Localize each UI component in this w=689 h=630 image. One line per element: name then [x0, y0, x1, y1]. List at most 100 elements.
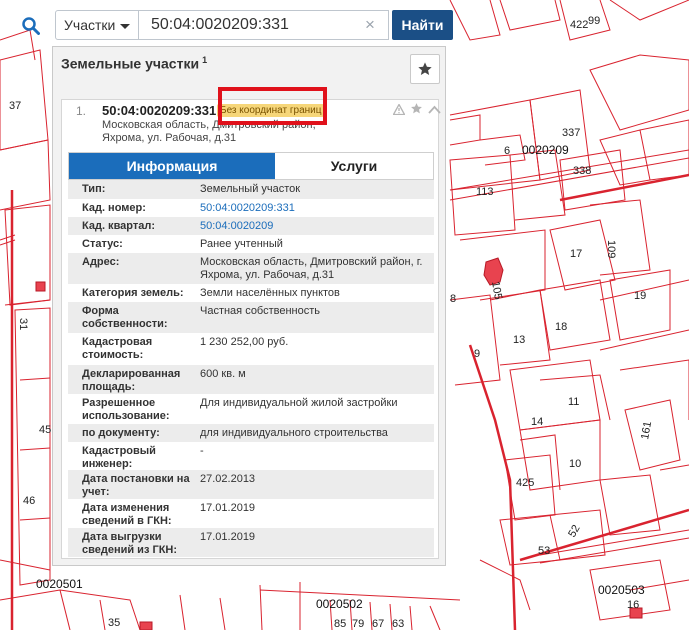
- details-value: 17.01.2019: [200, 531, 256, 543]
- details-value: для индивидуального строительства: [200, 427, 388, 439]
- map-label: 337: [562, 127, 580, 139]
- details-row: Разрешенное использование: Для индивидуа…: [68, 394, 434, 424]
- details-value: Для индивидуальной жилой застройки: [200, 397, 398, 409]
- highlight-frame: [218, 87, 327, 125]
- map-label: 17: [570, 248, 582, 260]
- details-value: 1 230 252,00 руб.: [200, 336, 289, 348]
- result-cadastral-number[interactable]: 50:04:0020209:331: [102, 103, 216, 118]
- details-row: Кадастровая стоимость: 1 230 252,00 руб.: [68, 333, 434, 365]
- map-label: 0020502: [316, 597, 363, 611]
- details-label: Дата постановки на учет:: [82, 473, 190, 498]
- search-category-select[interactable]: Участки: [55, 10, 139, 40]
- details-value: Частная собственность: [200, 305, 321, 317]
- details-row: Кад. квартал: 50:04:0020209: [68, 217, 434, 235]
- details-label: Дата выгрузки сведений из ГКН:: [82, 531, 178, 556]
- details-label: Разрешенное использование:: [82, 397, 170, 422]
- map-label: 53: [538, 545, 550, 557]
- clear-icon[interactable]: ×: [365, 16, 375, 34]
- map-label: 45: [39, 424, 51, 436]
- details-label: Адрес:: [82, 256, 120, 268]
- details-row: Кадастровый инженер: -: [68, 442, 434, 470]
- details-row: Кад. номер: 50:04:0020209:331: [68, 199, 434, 217]
- map-label: 8: [450, 293, 456, 305]
- details-label: Тип:: [82, 183, 106, 195]
- details-value: Московская область, Дмитровский район, г…: [200, 256, 423, 281]
- map-label: 109: [605, 240, 617, 258]
- map-label: 85: [334, 618, 346, 630]
- map-label: 46: [23, 495, 35, 507]
- result-tabs: Информация Услуги: [68, 152, 434, 180]
- details-value: Земельный участок: [200, 183, 301, 195]
- search-input[interactable]: [139, 10, 389, 40]
- map-label: 99: [588, 15, 600, 27]
- map-label: 13: [513, 334, 525, 346]
- map-label: 0020503: [598, 583, 645, 597]
- details-row: Дата постановки на учет: 27.02.2013: [68, 470, 434, 499]
- map-label: 0020209: [522, 143, 569, 157]
- details-label: Форма собственности:: [82, 305, 168, 330]
- search-category-value: Участки: [64, 17, 116, 33]
- cadastral-quarter-link[interactable]: 50:04:0020209: [200, 220, 430, 233]
- details-label: Категория земель:: [82, 287, 184, 299]
- star-icon: [418, 62, 432, 75]
- search-button[interactable]: Найти: [392, 10, 453, 40]
- details-row: Категория земель: Земли населённых пункт…: [68, 284, 434, 302]
- details-row: Адрес: Московская область, Дмитровский р…: [68, 253, 434, 284]
- map-label: 0020501: [36, 577, 83, 591]
- map-label: 422: [570, 19, 588, 31]
- details-label: Декларированная площадь:: [82, 368, 181, 393]
- map-label: 67: [372, 618, 384, 630]
- result-actions: [392, 102, 441, 118]
- details-table: Тип: Земельный участок Кад. номер: 50:04…: [68, 180, 434, 557]
- map-label: 425: [516, 477, 534, 489]
- chevron-up-icon[interactable]: [428, 102, 441, 118]
- map-label: 10: [569, 458, 581, 470]
- details-label: Кадастровая стоимость:: [82, 336, 153, 361]
- details-row: Дата выгрузки сведений из ГКН: 17.01.201…: [68, 528, 434, 557]
- map-label: 63: [392, 618, 404, 630]
- details-row: по документу: для индивидуального строит…: [68, 424, 434, 442]
- map-label: 18: [555, 321, 567, 333]
- details-value: Ранее учтенный: [200, 238, 283, 250]
- details-value: Земли населённых пунктов: [200, 287, 340, 299]
- details-label: по документу:: [82, 427, 160, 439]
- search-bar: Участки × Найти: [10, 10, 453, 42]
- map-label: 79: [352, 618, 364, 630]
- map-label: 31: [17, 318, 29, 330]
- tab-information[interactable]: Информация: [69, 153, 275, 179]
- map-label: 19: [634, 290, 646, 302]
- details-label: Кад. квартал:: [82, 220, 156, 232]
- map-label: 9: [474, 348, 480, 360]
- map-label: 14: [531, 416, 543, 428]
- favorites-button[interactable]: [410, 54, 440, 84]
- details-row: Тип: Земельный участок: [68, 180, 434, 199]
- details-value: 17.01.2019: [200, 502, 256, 514]
- chevron-down-icon: [120, 24, 130, 29]
- star-icon[interactable]: [410, 102, 427, 118]
- details-value: 600 кв. м: [200, 368, 246, 380]
- search-icon[interactable]: [10, 10, 52, 42]
- details-label: Дата изменения сведений в ГКН:: [82, 502, 172, 527]
- details-value: -: [200, 445, 204, 457]
- map-label: 6: [504, 145, 510, 157]
- warning-icon[interactable]: [392, 102, 409, 118]
- map-label: 338: [573, 165, 591, 177]
- details-row: Статус: Ранее учтенный: [68, 235, 434, 253]
- details-row: Дата изменения сведений в ГКН: 17.01.201…: [68, 499, 434, 528]
- result-address-line2: Яхрома, ул. Рабочая, д.31: [102, 132, 237, 144]
- panel-title: Земельные участки 1: [61, 55, 207, 72]
- tab-services[interactable]: Услуги: [275, 153, 433, 179]
- details-value: 27.02.2013: [200, 473, 256, 485]
- result-card[interactable]: 1. 50:04:0020209:331 Без координат грани…: [61, 99, 441, 559]
- result-count: 1: [202, 55, 208, 65]
- map-label: 16: [627, 599, 639, 611]
- map-label: 37: [9, 100, 21, 112]
- details-row: Форма собственности: Частная собственнос…: [68, 302, 434, 333]
- cadastral-number-link[interactable]: 50:04:0020209:331: [200, 202, 430, 215]
- details-label: Статус:: [82, 238, 123, 250]
- details-label: Кад. номер:: [82, 202, 146, 214]
- map-label: 113: [476, 186, 494, 198]
- details-row: Декларированная площадь: 600 кв. м: [68, 365, 434, 394]
- details-label: Кадастровый инженер:: [82, 445, 156, 470]
- map-label: 35: [108, 617, 120, 629]
